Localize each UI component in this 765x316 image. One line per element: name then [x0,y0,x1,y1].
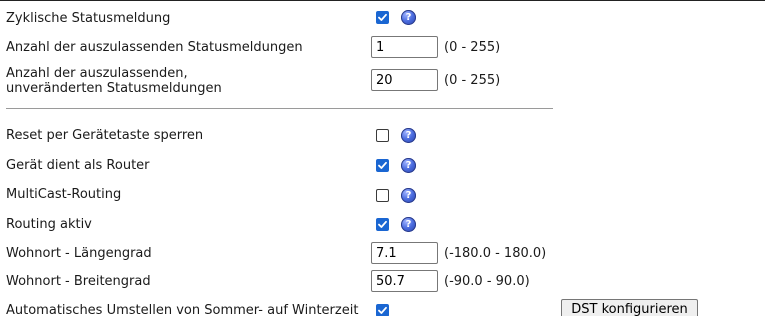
help-icon[interactable]: ? [401,10,416,25]
reset-lock-label: Reset per Gerätetaste sperren [6,128,204,143]
checkmark-icon [378,220,387,228]
dst-auto-checkbox[interactable] [376,304,389,316]
help-icon[interactable]: ? [401,217,416,232]
dst-auto-label: Automatisches Umstellen von Sommer- auf … [6,303,359,316]
help-icon[interactable]: ? [401,188,416,203]
router-checkbox[interactable] [376,159,389,172]
longitude-label: Wohnort - Längengrad [6,246,152,261]
latitude-range: (-90.0 - 90.0) [444,274,530,289]
skip-status-input[interactable] [371,36,438,58]
latitude-label: Wohnort - Breitengrad [6,274,151,289]
latitude-input[interactable] [371,270,438,292]
settings-panel: Zyklische Statusmeldung ? Anzahl der aus… [0,0,765,316]
dst-configure-button[interactable]: DST konfigurieren [561,299,698,316]
longitude-input[interactable] [371,242,438,264]
checkmark-icon [378,161,387,169]
help-icon[interactable]: ? [401,128,416,143]
skip-status-range: (0 - 255) [444,40,501,55]
multicast-checkbox[interactable] [376,189,389,202]
checkmark-icon [378,306,387,314]
routing-active-label: Routing aktiv [6,217,92,232]
section-divider [6,108,553,109]
skip-status-label: Anzahl der auszulassenden Statusmeldunge… [6,40,303,55]
skip-unchanged-input[interactable] [371,69,438,91]
cyclic-status-checkbox[interactable] [376,11,389,24]
skip-unchanged-range: (0 - 255) [444,73,501,88]
skip-unchanged-label: Anzahl der auszulassenden, unveränderten… [6,66,222,96]
top-border [0,0,765,1]
help-icon[interactable]: ? [401,158,416,173]
multicast-label: MultiCast-Routing [6,187,122,202]
routing-active-checkbox[interactable] [376,218,389,231]
router-label: Gerät dient als Router [6,158,150,173]
checkmark-icon [378,13,387,21]
longitude-range: (-180.0 - 180.0) [444,246,547,261]
cyclic-status-label: Zyklische Statusmeldung [6,11,171,26]
reset-lock-checkbox[interactable] [376,129,389,142]
